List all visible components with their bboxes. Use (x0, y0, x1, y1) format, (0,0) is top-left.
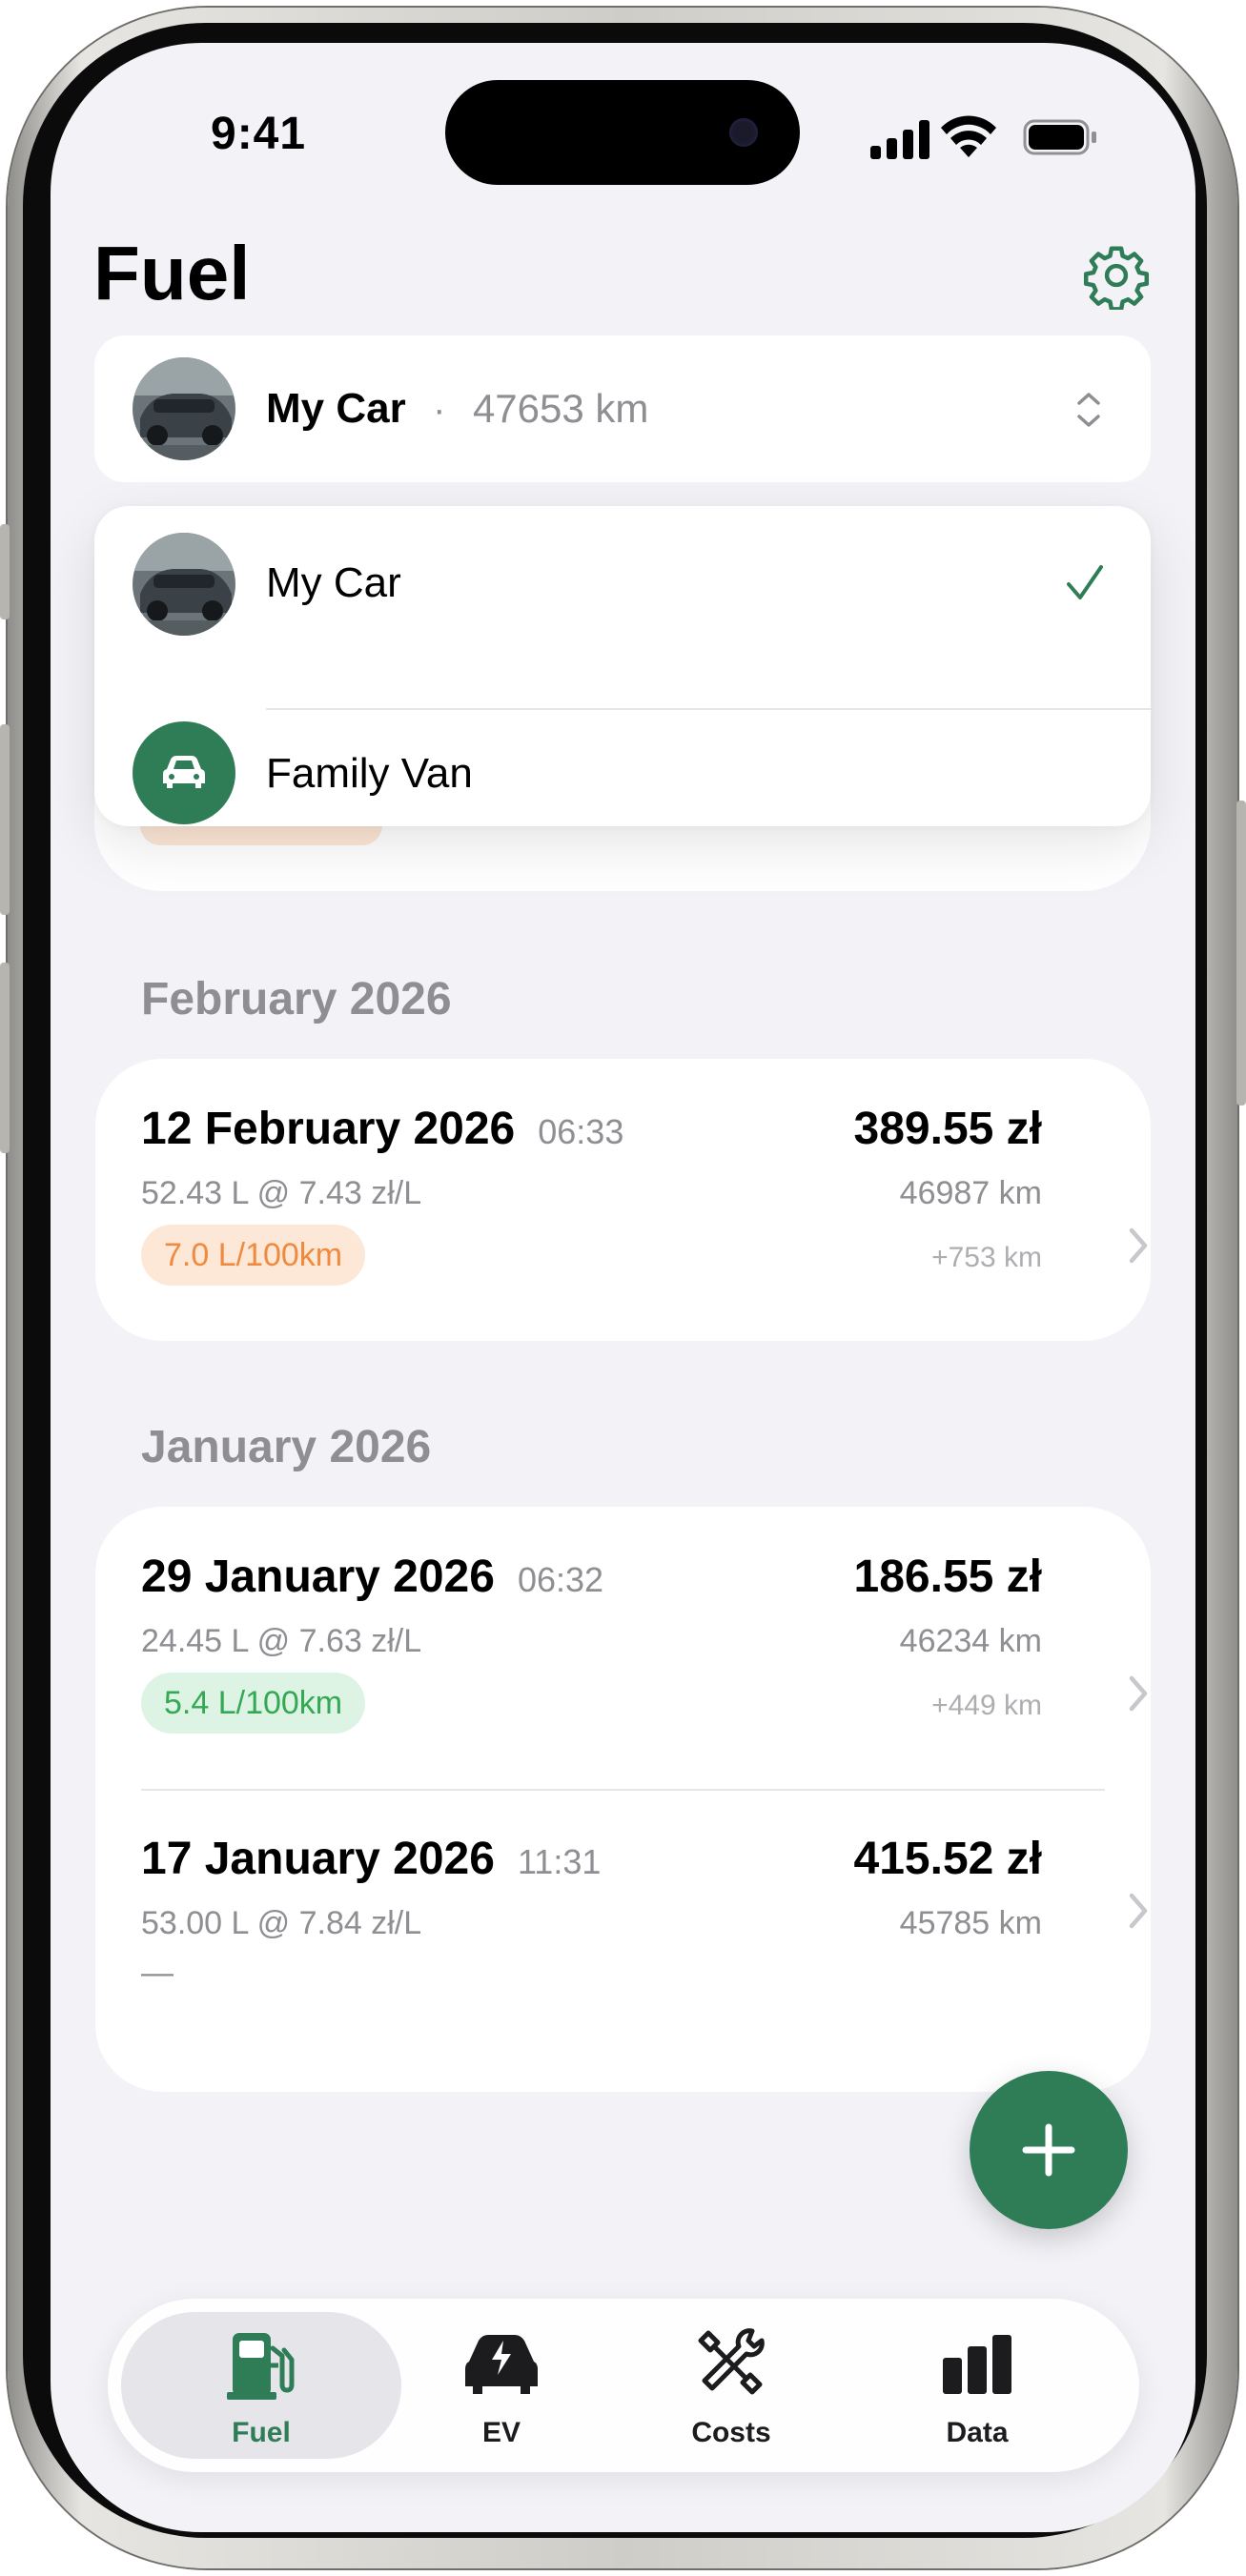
entry-date: 29 January 2026 (141, 1552, 495, 1602)
add-entry-button[interactable] (970, 2071, 1128, 2229)
entry-total-price: 389.55 zł (853, 1104, 1042, 1154)
checkmark-icon (1067, 565, 1103, 599)
entry-date: 12 February 2026 (141, 1104, 516, 1154)
tab-label: EV (481, 2417, 521, 2448)
front-camera (729, 118, 758, 147)
vehicle-menu-item-my-car[interactable]: My Car (94, 506, 1151, 664)
vehicle-name: My Car (266, 385, 406, 432)
entry-odometer: 46987 km (899, 1175, 1042, 1211)
tools-icon (698, 2328, 765, 2395)
signal-icon (870, 120, 929, 159)
entries-card-february: 12 February 2026 06:33 52.43 L @ 7.43 zł/… (95, 1059, 1151, 1341)
entry-total-price: 415.52 zł (853, 1834, 1042, 1884)
status-time: 9:41 (211, 109, 307, 159)
chevron-up-down-icon (1077, 393, 1100, 427)
vehicle-menu-item-label: Family Van (266, 750, 473, 797)
tab-data[interactable]: Data (853, 2299, 1101, 2472)
gear-icon[interactable] (1082, 241, 1151, 310)
tab-label: Data (946, 2417, 1009, 2448)
entry-date: 17 January 2026 (141, 1834, 495, 1884)
tab-label: Fuel (232, 2417, 291, 2448)
plus-icon (1022, 2123, 1075, 2177)
vehicle-selector-label: My Car · 47653 km (266, 381, 648, 446)
entry-date-line: 12 February 2026 06:33 (141, 1103, 623, 1155)
fuel-pump-icon (227, 2333, 295, 2400)
tab-label: Costs (691, 2417, 771, 2448)
entry-date-line: 17 January 2026 11:31 (141, 1833, 601, 1885)
consumption-badge: 5.4 L/100km (141, 1673, 366, 1734)
consumption-badge: 7.0 L/100km (141, 1225, 366, 1286)
volume-down-button (0, 963, 10, 1153)
tab-bar: Fuel EV Costs Data (108, 2299, 1139, 2472)
vehicle-odometer: 47653 km (472, 386, 649, 431)
wifi-icon (941, 115, 996, 157)
entry-odometer: 45785 km (899, 1905, 1042, 1941)
entry-date-line: 29 January 2026 06:32 (141, 1551, 603, 1603)
tab-ev[interactable]: EV (394, 2299, 609, 2472)
vehicle-dropdown-menu: My Car Family Van (94, 506, 1151, 826)
separator-dot: · (433, 389, 446, 431)
consumption-empty: — (141, 1955, 174, 1991)
entry-odometer: 46234 km (899, 1623, 1042, 1659)
vehicle-photo-avatar (133, 357, 235, 460)
action-button (0, 524, 10, 619)
vehicle-menu-item-label: My Car (266, 559, 401, 606)
page-title: Fuel (93, 231, 251, 315)
vehicle-selector[interactable]: My Car · 47653 km (94, 335, 1151, 482)
volume-up-button (0, 724, 10, 915)
app-screen: 9:41 Fuel My Car · 47653 km My Car Famil… (51, 43, 1195, 2532)
entry-volume-price: 52.43 L @ 7.43 zł/L (141, 1175, 422, 1211)
entry-volume-price: 53.00 L @ 7.84 zł/L (141, 1905, 422, 1941)
tab-costs[interactable]: Costs (609, 2299, 853, 2472)
entry-total-price: 186.55 zł (853, 1552, 1042, 1602)
entry-distance-delta: +753 km (931, 1242, 1042, 1273)
entry-volume-price: 24.45 L @ 7.63 zł/L (141, 1623, 422, 1659)
power-button (1236, 801, 1246, 1105)
section-header-january-2026: January 2026 (141, 1422, 432, 1472)
vehicle-photo-avatar (133, 533, 235, 636)
entries-card-january: 29 January 2026 06:32 24.45 L @ 7.63 zł/L… (95, 1507, 1151, 2092)
battery-icon (1023, 119, 1096, 155)
entry-time: 06:32 (517, 1560, 604, 1599)
chevron-right-icon (1129, 1893, 1148, 1929)
status-icons (870, 115, 1096, 159)
entry-time: 11:31 (517, 1842, 602, 1881)
bar-chart-icon (943, 2335, 1011, 2394)
entry-time: 06:33 (538, 1112, 624, 1151)
section-header-february-2026: February 2026 (141, 974, 452, 1024)
dynamic-island (445, 80, 800, 185)
vehicle-menu-item-family-van[interactable]: Family Van (94, 710, 1151, 826)
fuel-entry-row[interactable]: 12 February 2026 06:33 52.43 L @ 7.43 zł/… (95, 1059, 1151, 1341)
fuel-entry-row[interactable]: 29 January 2026 06:32 24.45 L @ 7.63 zł/L… (95, 1507, 1151, 1789)
fuel-entry-row[interactable]: 17 January 2026 11:31 53.00 L @ 7.84 zł/L… (95, 1791, 1151, 2092)
chevron-right-icon (1129, 1227, 1148, 1264)
tab-fuel[interactable]: Fuel (121, 2299, 401, 2472)
vehicle-generic-avatar (133, 721, 235, 824)
ev-car-icon (465, 2335, 538, 2394)
chevron-right-icon (1129, 1675, 1148, 1712)
car-icon (163, 756, 205, 788)
entry-distance-delta: +449 km (931, 1690, 1042, 1721)
